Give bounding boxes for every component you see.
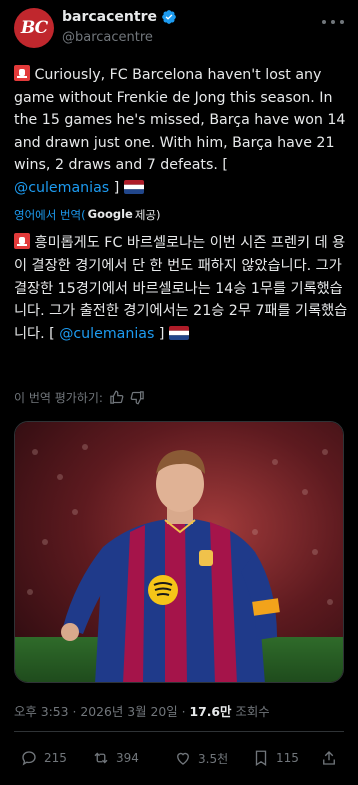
tweet-actions: 215 394 3.5천 115 (14, 749, 344, 771)
translated-from-label[interactable]: 영어에서 번역( Google 제공) (14, 207, 161, 223)
repost-button[interactable]: 394 (92, 749, 139, 767)
avatar-monogram: BC (20, 18, 48, 38)
reply-count: 215 (44, 751, 67, 765)
tweet-meta: 오후 3:53 · 2026년 3월 20일 · 17.6만 조회수 (14, 702, 270, 720)
handle[interactable]: @barcacentre (62, 30, 153, 45)
repost-count: 394 (116, 751, 139, 765)
tweet-text-original: Curiously, FC Barcelona haven't lost any… (14, 64, 349, 199)
tweet-media-photo[interactable] (14, 421, 344, 683)
tweet-text-translated: 흥미롭게도 FC 바르셀로나는 이번 시즌 프렌키 데 용이 결장한 경기에서 … (14, 232, 349, 346)
translate-provider-suffix: 제공) (134, 208, 161, 222)
name-row: barcacentre (62, 9, 177, 25)
siren-emoji-icon (14, 233, 30, 249)
meta-separator: · (68, 704, 81, 719)
like-count: 3.5천 (198, 751, 229, 766)
rate-translation: 이 번역 평가하기: (14, 389, 145, 406)
translate-label: 영어에서 번역( (14, 208, 86, 222)
google-wordmark: Google (87, 207, 133, 221)
thumbs-up-icon[interactable] (109, 390, 124, 405)
netherlands-flag-icon (168, 326, 189, 341)
views-count: 17.6만 (189, 704, 232, 719)
views-label: 조회수 (235, 704, 270, 719)
mention-link[interactable]: @culemanias (14, 180, 109, 196)
share-icon (323, 751, 335, 765)
more-options-icon[interactable] (322, 14, 344, 30)
tweet-text-en: Curiously, FC Barcelona haven't lost any… (14, 67, 346, 173)
like-button[interactable]: 3.5천 (174, 749, 228, 767)
siren-emoji-icon (14, 65, 30, 81)
heart-icon (177, 752, 189, 765)
thumbs-down-icon[interactable] (130, 390, 145, 405)
netherlands-flag-icon (123, 179, 144, 194)
reply-icon (22, 751, 36, 766)
verified-badge-icon (162, 10, 176, 24)
meta-separator: · (177, 704, 190, 719)
tweet-date[interactable]: 2026년 3월 20일 (80, 704, 177, 719)
bracket-close: ] (113, 179, 120, 196)
reply-button[interactable]: 215 (20, 749, 67, 767)
bookmark-button[interactable]: 115 (252, 749, 299, 767)
tweet-header: BC barcacentre @barcacentre (0, 0, 358, 60)
tweet-time[interactable]: 오후 3:53 (14, 704, 69, 719)
display-name[interactable]: barcacentre (62, 9, 157, 25)
bracket-close: ] (158, 326, 165, 343)
avatar[interactable]: BC (14, 8, 54, 48)
rate-translation-label: 이 번역 평가하기: (14, 391, 103, 405)
repost-icon (94, 752, 108, 764)
bookmark-count: 115 (276, 751, 299, 765)
mention-link[interactable]: @culemanias (59, 326, 154, 342)
bookmark-icon (255, 750, 267, 767)
share-button[interactable] (320, 749, 338, 767)
football-player-photo (15, 422, 343, 682)
divider (14, 731, 344, 732)
